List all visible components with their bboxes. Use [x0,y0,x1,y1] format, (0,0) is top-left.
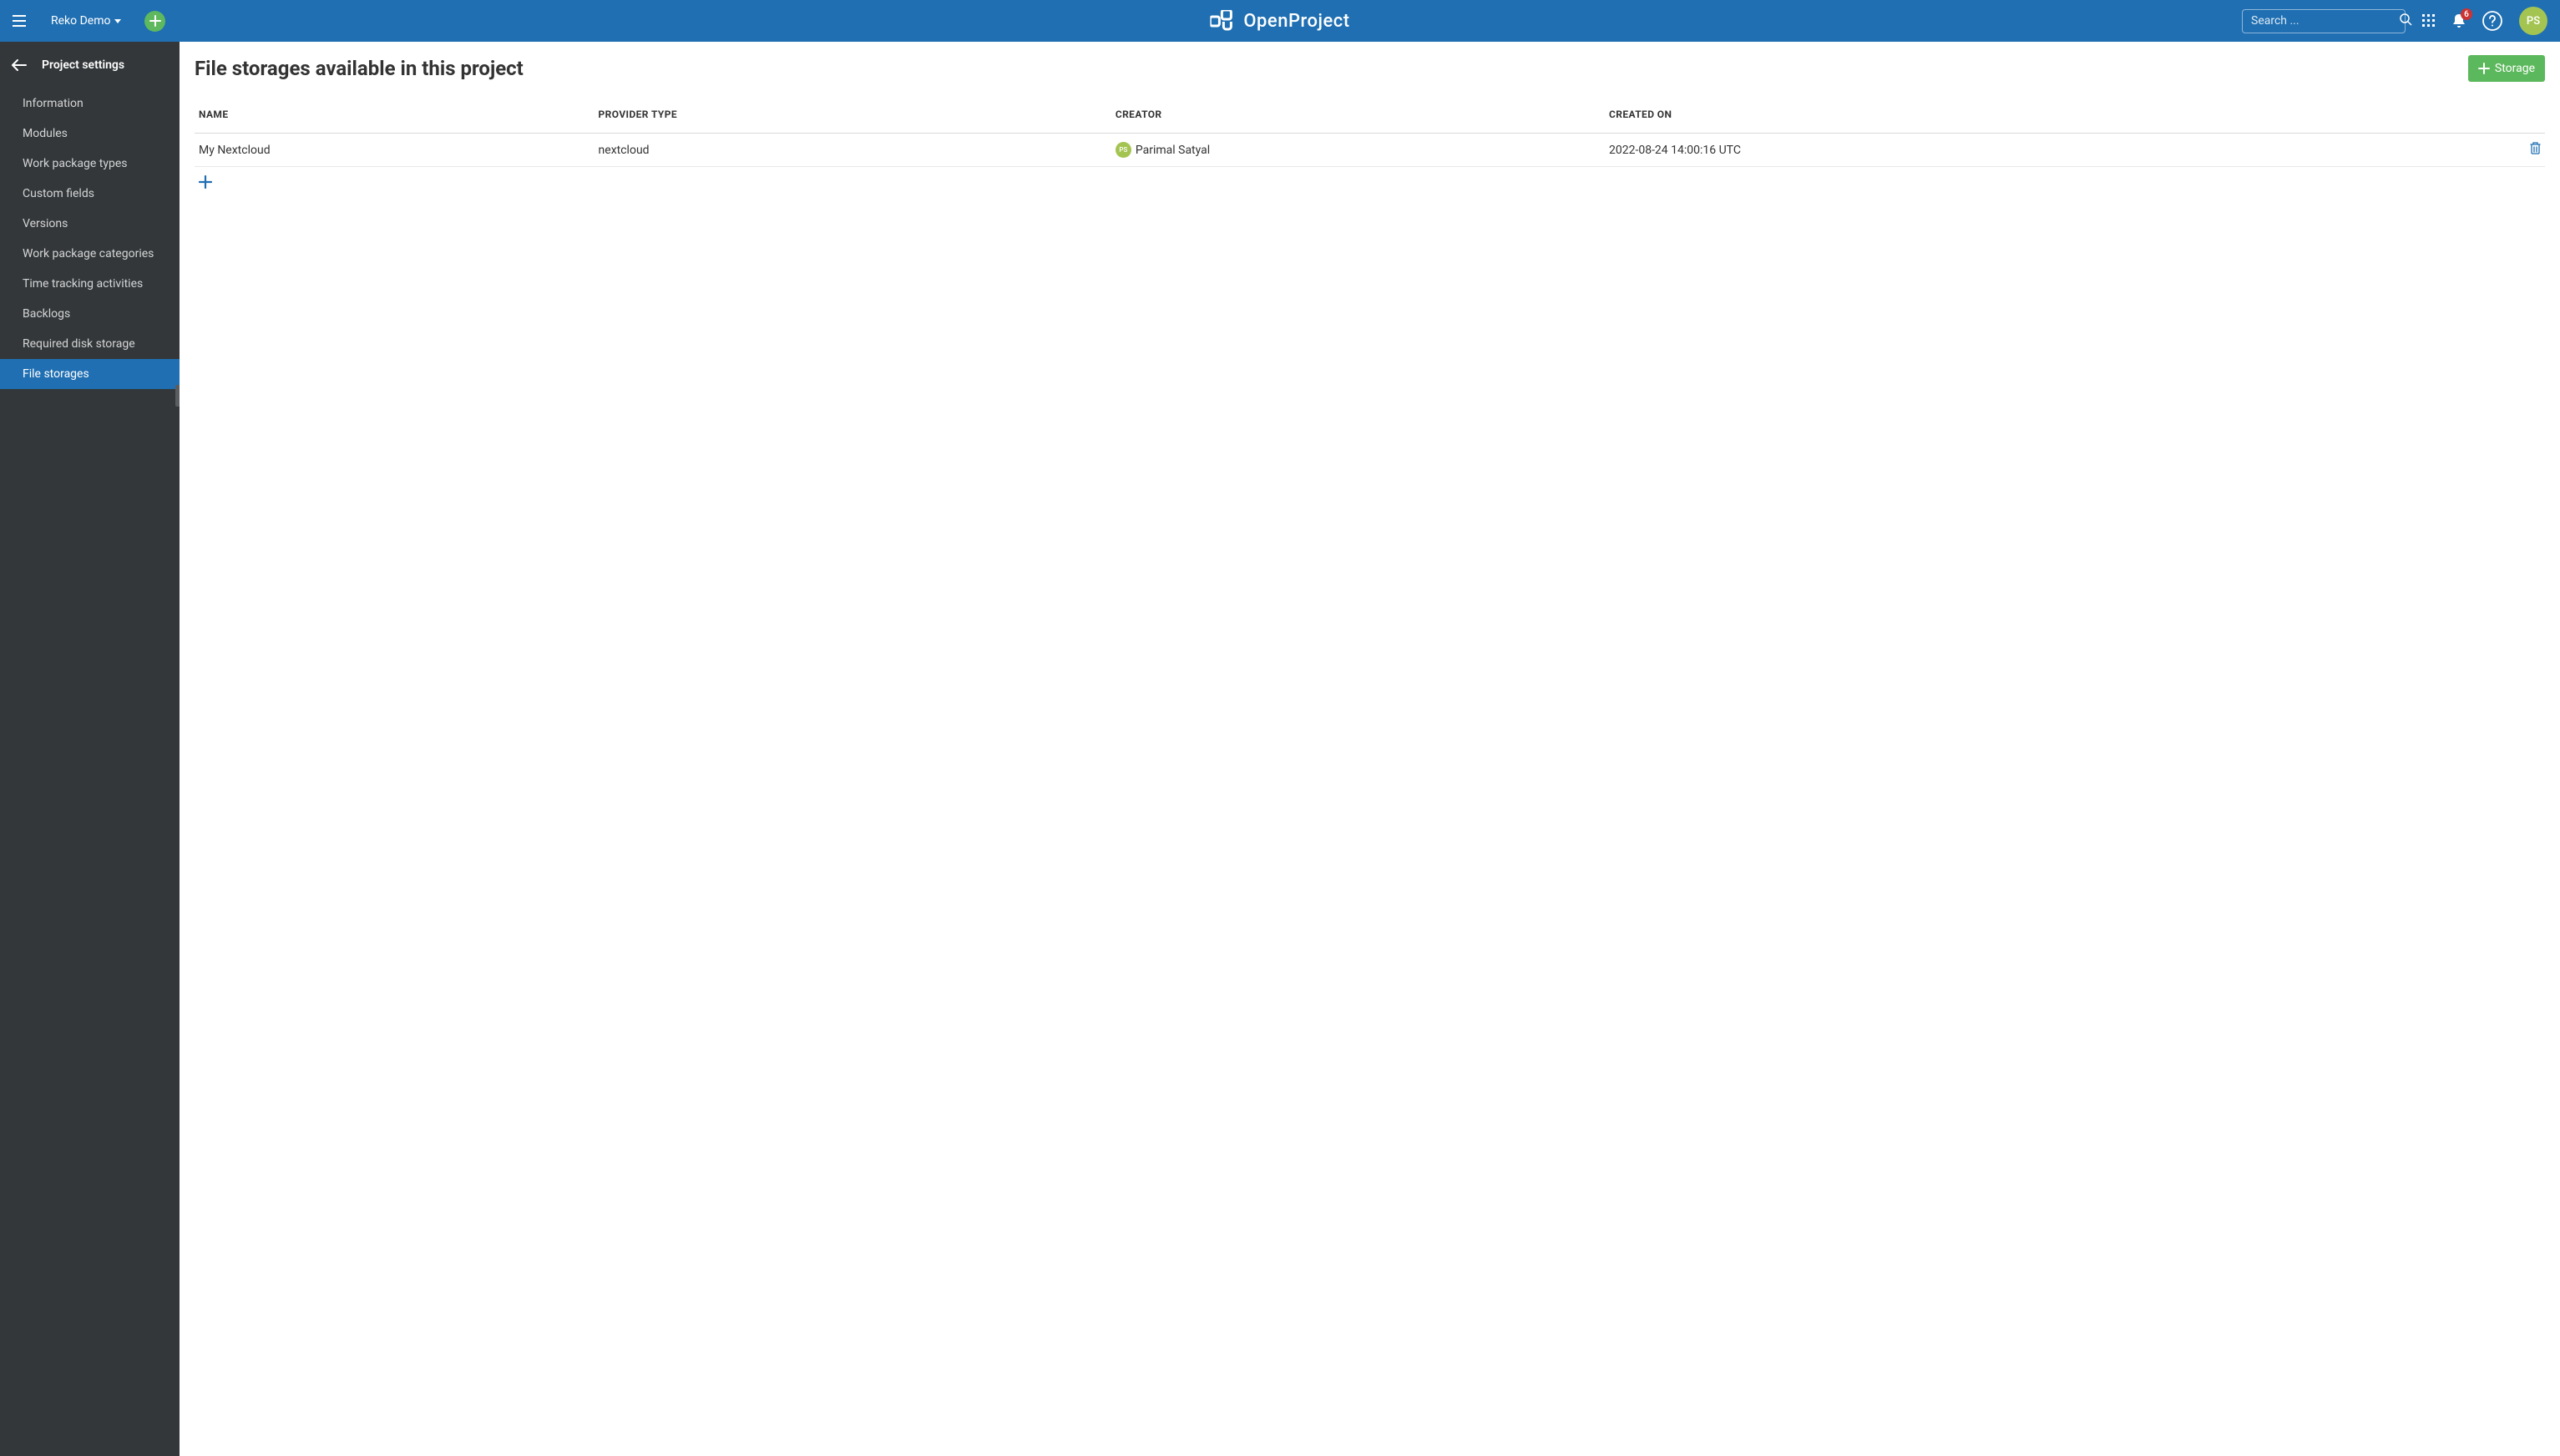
main-content: File storages available in this project … [180,42,2560,1456]
sidebar-item-modules[interactable]: Modules [0,119,180,149]
sidebar-title: Project settings [42,58,124,72]
sidebar-item-required-disk-storage[interactable]: Required disk storage [0,329,180,359]
cell-provider: nextcloud [594,134,1111,167]
plus-icon [2478,63,2490,74]
search-icon[interactable] [2400,13,2412,29]
quick-add-button[interactable] [144,11,165,32]
sidebar-header: Project settings [0,42,180,88]
openproject-logo-icon [1210,10,1237,32]
creator-name: Parimal Satyal [1136,144,1210,157]
add-storage-button[interactable]: Storage [2468,55,2545,82]
project-name: Reko Demo [51,14,110,28]
notification-badge: 6 [2461,8,2472,20]
top-header: Reko Demo OpenProject 6 [0,0,2560,42]
col-provider[interactable]: PROVIDER TYPE [594,109,1111,134]
creator-avatar: PS [1116,142,1131,158]
table-row[interactable]: My Nextcloudnextcloud PS Parimal Satyal 202… [195,134,2545,167]
search-box[interactable] [2242,9,2406,33]
col-creator[interactable]: CREATOR [1111,109,1605,134]
back-arrow-icon[interactable] [12,59,27,71]
sidebar: Project settings InformationModulesWork … [0,42,180,1456]
caret-down-icon [114,19,121,23]
user-avatar[interactable]: PS [2519,7,2547,35]
delete-icon[interactable] [2530,142,2541,154]
sidebar-item-file-storages[interactable]: File storages [0,359,180,389]
cell-name: My Nextcloud [195,134,594,167]
sidebar-item-work-package-types[interactable]: Work package types [0,149,180,179]
storages-table: NAME PROVIDER TYPE CREATOR CREATED ON My… [195,109,2545,167]
cell-created-on: 2022-08-24 14:00:16 UTC [1605,134,2451,167]
logo-text: OpenProject [1243,11,1349,32]
sidebar-item-information[interactable]: Information [0,88,180,119]
help-icon[interactable] [2482,11,2502,31]
sidebar-item-versions[interactable]: Versions [0,209,180,239]
header-right: 6 PS [2242,7,2547,35]
sidebar-item-custom-fields[interactable]: Custom fields [0,179,180,209]
col-created-on[interactable]: CREATED ON [1605,109,2451,134]
project-selector[interactable]: Reko Demo [38,14,121,28]
search-input[interactable] [2251,14,2400,28]
sidebar-item-time-tracking-activities[interactable]: Time tracking activities [0,269,180,299]
notifications-icon[interactable]: 6 [2452,13,2466,28]
sidebar-item-backlogs[interactable]: Backlogs [0,299,180,329]
logo[interactable]: OpenProject [1210,10,1349,32]
storage-button-label: Storage [2495,62,2535,75]
apps-icon[interactable] [2422,14,2436,28]
hamburger-menu-icon[interactable] [13,15,26,27]
cell-creator: PS Parimal Satyal [1111,134,1605,167]
col-name[interactable]: NAME [195,109,594,134]
sidebar-resize-handle[interactable] [175,385,180,407]
page-title: File storages available in this project [195,57,524,80]
content-header: File storages available in this project … [195,55,2545,82]
sidebar-item-work-package-categories[interactable]: Work package categories [0,239,180,269]
add-row-icon[interactable] [195,167,216,197]
